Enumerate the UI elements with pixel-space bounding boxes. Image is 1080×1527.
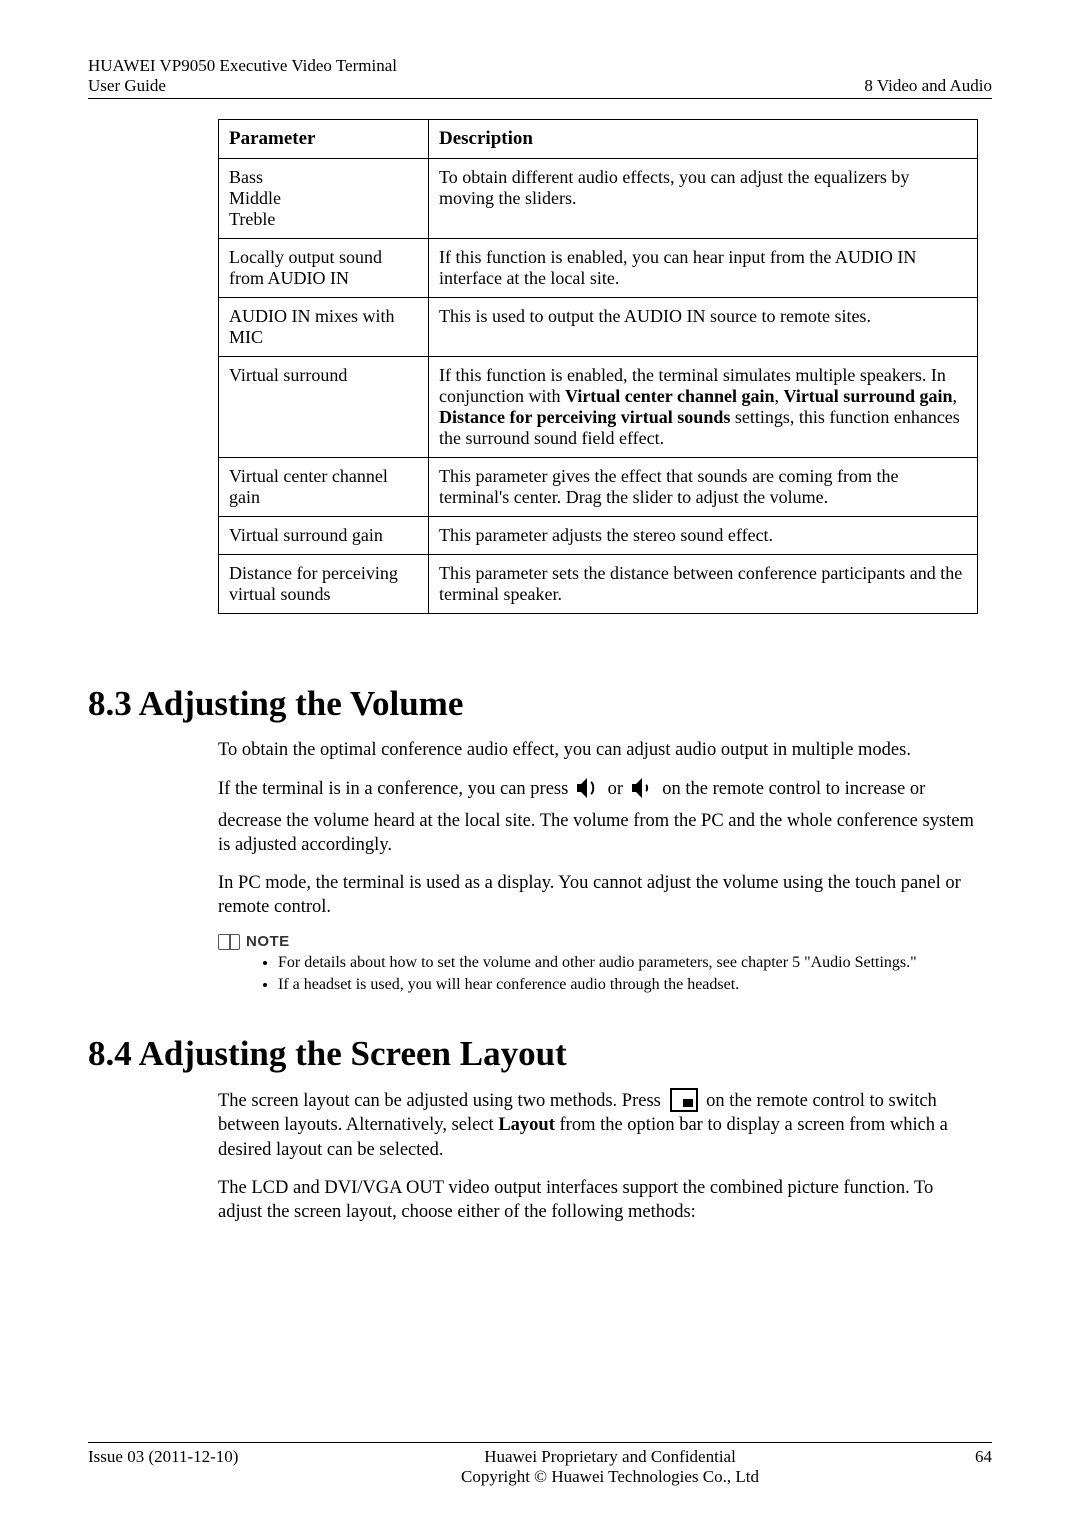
col-header-parameter: Parameter: [219, 120, 429, 159]
table-header-row: Parameter Description: [219, 120, 978, 159]
heading-adjusting-screen-layout: 8.4 Adjusting the Screen Layout: [88, 1034, 992, 1074]
desc-cell: This parameter gives the effect that sou…: [429, 458, 978, 517]
page-footer: Issue 03 (2011-12-10) Huawei Proprietary…: [88, 1442, 992, 1487]
volume-down-icon: [628, 776, 658, 809]
desc-cell: If this function is enabled, you can hea…: [429, 239, 978, 298]
table-row: Virtual center channel gain This paramet…: [219, 458, 978, 517]
volume-paragraph-2: If the terminal is in a conference, you …: [218, 776, 978, 857]
parameter-table: Parameter Description Bass Middle Treble…: [218, 119, 978, 614]
table-row: AUDIO IN mixes with MIC This is used to …: [219, 298, 978, 357]
footer-page-number: 64: [932, 1447, 992, 1467]
volume-paragraph-3: In PC mode, the terminal is used as a di…: [218, 871, 978, 919]
note-item: If a headset is used, you will hear conf…: [278, 976, 978, 994]
header-chapter: 8 Video and Audio: [864, 76, 992, 95]
footer-proprietary: Huawei Proprietary and Confidential: [288, 1447, 932, 1467]
param-cell: Bass Middle Treble: [219, 159, 429, 239]
desc-cell: This is used to output the AUDIO IN sour…: [429, 298, 978, 357]
volume-paragraph-1: To obtain the optimal conference audio e…: [218, 738, 978, 762]
note-list: For details about how to set the volume …: [258, 954, 978, 994]
layout-paragraph-2: The LCD and DVI/VGA OUT video output int…: [218, 1176, 978, 1224]
param-cell: Distance for perceiving virtual sounds: [219, 555, 429, 614]
note-label: NOTE: [246, 933, 290, 950]
layout-paragraph-1: The screen layout can be adjusted using …: [218, 1088, 978, 1161]
table-row: Bass Middle Treble To obtain different a…: [219, 159, 978, 239]
header-product: HUAWEI VP9050 Executive Video Terminal: [88, 56, 397, 76]
heading-adjusting-volume: 8.3 Adjusting the Volume: [88, 684, 992, 724]
param-cell: Locally output sound from AUDIO IN: [219, 239, 429, 298]
note-header: NOTE: [218, 933, 992, 950]
note-book-icon: [218, 934, 240, 950]
param-cell: Virtual surround gain: [219, 517, 429, 555]
volume-up-icon: [573, 776, 603, 809]
param-cell: Virtual surround: [219, 357, 429, 458]
page-header: HUAWEI VP9050 Executive Video Terminal U…: [88, 56, 992, 99]
layout-button-icon: [670, 1088, 698, 1112]
footer-copyright: Copyright © Huawei Technologies Co., Ltd: [288, 1467, 932, 1487]
desc-cell: If this function is enabled, the termina…: [429, 357, 978, 458]
col-header-description: Description: [429, 120, 978, 159]
table-row: Distance for perceiving virtual sounds T…: [219, 555, 978, 614]
table-row: Locally output sound from AUDIO IN If th…: [219, 239, 978, 298]
desc-cell: This parameter adjusts the stereo sound …: [429, 517, 978, 555]
param-cell: AUDIO IN mixes with MIC: [219, 298, 429, 357]
note-item: For details about how to set the volume …: [278, 954, 978, 972]
param-cell: Virtual center channel gain: [219, 458, 429, 517]
footer-issue: Issue 03 (2011-12-10): [88, 1447, 288, 1467]
desc-cell: To obtain different audio effects, you c…: [429, 159, 978, 239]
header-doc: User Guide: [88, 76, 397, 96]
table-row: Virtual surround gain This parameter adj…: [219, 517, 978, 555]
desc-cell: This parameter sets the distance between…: [429, 555, 978, 614]
table-row: Virtual surround If this function is ena…: [219, 357, 978, 458]
